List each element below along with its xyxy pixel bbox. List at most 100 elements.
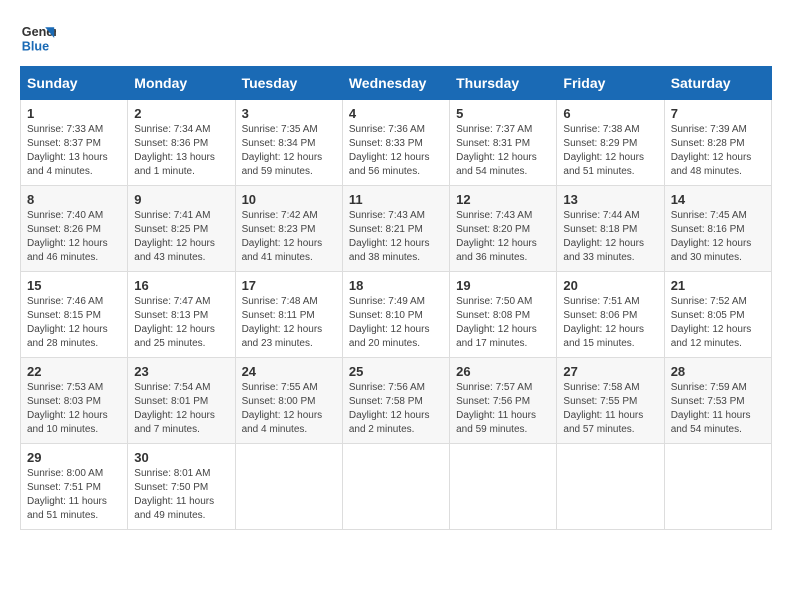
header-sunday: Sunday [21,67,128,100]
calendar-cell: 3Sunrise: 7:35 AM Sunset: 8:34 PM Daylig… [235,100,342,186]
day-info: Sunrise: 8:00 AM Sunset: 7:51 PM Dayligh… [27,467,121,523]
logo-icon: General Blue [20,20,56,56]
calendar-cell: 22Sunrise: 7:53 AM Sunset: 8:03 PM Dayli… [21,358,128,444]
calendar-cell: 2 Sunrise: 7:34 AM Sunset: 8:36 PM Daylig… [128,100,235,186]
week-row-3: 15 Sunrise: 7:46 AM Sunset: 8:15 PM Dayli… [21,272,772,358]
day-info: Sunrise: 7:41 AM Sunset: 8:25 PM Dayligh… [134,209,228,265]
day-number: 25 [349,364,443,379]
calendar-cell [450,444,557,530]
day-number: 2 [134,106,228,121]
calendar-cell: 4 Sunrise: 7:36 AM Sunset: 8:33 PM Daylig… [342,100,449,186]
calendar-cell: 27 Sunrise: 7:58 AM Sunset: 7:55 PM Dayli… [557,358,664,444]
day-info: Sunrise: 7:45 AM Sunset: 8:16 PM Dayligh… [671,209,765,265]
day-number: 24 [242,364,336,379]
day-info: Sunrise: 7:56 AM Sunset: 7:58 PM Dayligh… [349,381,443,437]
day-info: Sunrise: 7:59 AM Sunset: 7:53 PM Dayligh… [671,381,765,437]
calendar-cell: 24Sunrise: 7:55 AM Sunset: 8:00 PM Dayli… [235,358,342,444]
day-number: 3 [242,106,336,121]
header-wednesday: Wednesday [342,67,449,100]
day-number: 10 [242,192,336,207]
day-info: Sunrise: 7:34 AM Sunset: 8:36 PM Dayligh… [134,123,228,179]
day-number: 30 [134,450,228,465]
header-friday: Friday [557,67,664,100]
day-info: Sunrise: 7:43 AM Sunset: 8:21 PM Dayligh… [349,209,443,265]
day-number: 8 [27,192,121,207]
week-row-2: 8 Sunrise: 7:40 AM Sunset: 8:26 PM Daylig… [21,186,772,272]
day-number: 9 [134,192,228,207]
week-row-1: 1 Sunrise: 7:33 AM Sunset: 8:37 PM Daylig… [21,100,772,186]
day-info: Sunrise: 7:39 AM Sunset: 8:28 PM Dayligh… [671,123,765,179]
day-info: Sunrise: 7:52 AM Sunset: 8:05 PM Dayligh… [671,295,765,351]
page-header: General Blue [20,20,772,56]
calendar-cell: 21 Sunrise: 7:52 AM Sunset: 8:05 PM Dayli… [664,272,771,358]
calendar-cell: 25 Sunrise: 7:56 AM Sunset: 7:58 PM Dayli… [342,358,449,444]
header-row: SundayMondayTuesdayWednesdayThursdayFrid… [21,67,772,100]
day-number: 19 [456,278,550,293]
day-info: Sunrise: 7:54 AM Sunset: 8:01 PM Dayligh… [134,381,228,437]
day-info: Sunrise: 7:58 AM Sunset: 7:55 PM Dayligh… [563,381,657,437]
day-number: 23 [134,364,228,379]
calendar-cell: 10 Sunrise: 7:42 AM Sunset: 8:23 PM Dayli… [235,186,342,272]
day-info: Sunrise: 7:48 AM Sunset: 8:11 PM Dayligh… [242,295,336,351]
calendar-cell: 19 Sunrise: 7:50 AM Sunset: 8:08 PM Dayli… [450,272,557,358]
day-info: Sunrise: 7:50 AM Sunset: 8:08 PM Dayligh… [456,295,550,351]
day-number: 4 [349,106,443,121]
day-number: 29 [27,450,121,465]
day-info: Sunrise: 7:38 AM Sunset: 8:29 PM Dayligh… [563,123,657,179]
day-info: Sunrise: 7:44 AM Sunset: 8:18 PM Dayligh… [563,209,657,265]
day-info: Sunrise: 7:57 AM Sunset: 7:56 PM Dayligh… [456,381,550,437]
calendar-table: SundayMondayTuesdayWednesdayThursdayFrid… [20,66,772,530]
calendar-cell: 16 Sunrise: 7:47 AM Sunset: 8:13 PM Dayli… [128,272,235,358]
day-number: 21 [671,278,765,293]
day-info: Sunrise: 8:01 AM Sunset: 7:50 PM Dayligh… [134,467,228,523]
calendar-cell: 5Sunrise: 7:37 AM Sunset: 8:31 PM Daylig… [450,100,557,186]
day-number: 27 [563,364,657,379]
logo: General Blue [20,20,60,56]
calendar-cell [235,444,342,530]
day-info: Sunrise: 7:51 AM Sunset: 8:06 PM Dayligh… [563,295,657,351]
day-number: 18 [349,278,443,293]
calendar-cell: 11 Sunrise: 7:43 AM Sunset: 8:21 PM Dayli… [342,186,449,272]
day-info: Sunrise: 7:46 AM Sunset: 8:15 PM Dayligh… [27,295,121,351]
day-number: 11 [349,192,443,207]
day-number: 1 [27,106,121,121]
calendar-cell: 23 Sunrise: 7:54 AM Sunset: 8:01 PM Dayli… [128,358,235,444]
calendar-cell: 7Sunrise: 7:39 AM Sunset: 8:28 PM Daylig… [664,100,771,186]
day-number: 26 [456,364,550,379]
calendar-cell [342,444,449,530]
calendar-cell: 17 Sunrise: 7:48 AM Sunset: 8:11 PM Dayli… [235,272,342,358]
day-number: 12 [456,192,550,207]
calendar-cell: 14 Sunrise: 7:45 AM Sunset: 8:16 PM Dayli… [664,186,771,272]
calendar-cell: 20 Sunrise: 7:51 AM Sunset: 8:06 PM Dayli… [557,272,664,358]
day-info: Sunrise: 7:40 AM Sunset: 8:26 PM Dayligh… [27,209,121,265]
calendar-cell: 15 Sunrise: 7:46 AM Sunset: 8:15 PM Dayli… [21,272,128,358]
calendar-cell: 6 Sunrise: 7:38 AM Sunset: 8:29 PM Daylig… [557,100,664,186]
calendar-cell: 9 Sunrise: 7:41 AM Sunset: 8:25 PM Daylig… [128,186,235,272]
header-saturday: Saturday [664,67,771,100]
week-row-5: 29 Sunrise: 8:00 AM Sunset: 7:51 PM Dayli… [21,444,772,530]
day-number: 17 [242,278,336,293]
day-number: 6 [563,106,657,121]
day-number: 16 [134,278,228,293]
day-info: Sunrise: 7:33 AM Sunset: 8:37 PM Dayligh… [27,123,121,179]
calendar-cell: 13Sunrise: 7:44 AM Sunset: 8:18 PM Dayli… [557,186,664,272]
day-number: 14 [671,192,765,207]
calendar-cell: 28 Sunrise: 7:59 AM Sunset: 7:53 PM Dayli… [664,358,771,444]
day-info: Sunrise: 7:36 AM Sunset: 8:33 PM Dayligh… [349,123,443,179]
header-monday: Monday [128,67,235,100]
day-info: Sunrise: 7:42 AM Sunset: 8:23 PM Dayligh… [242,209,336,265]
header-thursday: Thursday [450,67,557,100]
calendar-cell: 30 Sunrise: 8:01 AM Sunset: 7:50 PM Dayli… [128,444,235,530]
header-tuesday: Tuesday [235,67,342,100]
svg-text:Blue: Blue [22,40,49,54]
day-number: 28 [671,364,765,379]
day-number: 20 [563,278,657,293]
calendar-cell: 18 Sunrise: 7:49 AM Sunset: 8:10 PM Dayli… [342,272,449,358]
week-row-4: 22Sunrise: 7:53 AM Sunset: 8:03 PM Dayli… [21,358,772,444]
day-number: 15 [27,278,121,293]
calendar-cell: 12Sunrise: 7:43 AM Sunset: 8:20 PM Dayli… [450,186,557,272]
day-info: Sunrise: 7:47 AM Sunset: 8:13 PM Dayligh… [134,295,228,351]
day-number: 22 [27,364,121,379]
day-info: Sunrise: 7:49 AM Sunset: 8:10 PM Dayligh… [349,295,443,351]
calendar-cell: 8 Sunrise: 7:40 AM Sunset: 8:26 PM Daylig… [21,186,128,272]
